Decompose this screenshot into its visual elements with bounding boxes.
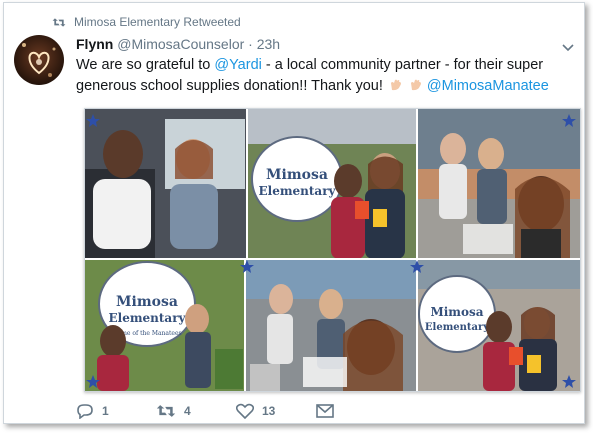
retweet-button[interactable]: 4 — [156, 403, 236, 419]
retweet-icon — [156, 405, 176, 417]
mention-yardi[interactable]: @Yardi — [214, 57, 262, 73]
like-count: 13 — [262, 404, 276, 418]
message-icon — [316, 404, 334, 418]
photo-car[interactable] — [85, 109, 247, 259]
sign-text-line2-b: Elementary — [108, 311, 186, 325]
direct-message-button[interactable] — [316, 404, 334, 418]
photo-collage[interactable]: Mimosa Elementary Mimosa Elementary Home… — [84, 108, 581, 392]
chevron-down-icon — [562, 44, 574, 52]
reply-count: 1 — [102, 404, 109, 418]
author-handle[interactable]: @MimosaCounselor — [117, 36, 244, 52]
separator-dot: · — [248, 36, 253, 52]
tweet-text-part1: We are so grateful to — [76, 57, 215, 73]
tweet-card[interactable]: Mimosa Elementary Retweeted Flynn @Mimos… — [3, 2, 585, 424]
author-name[interactable]: Flynn — [76, 36, 113, 52]
sign-text-line1-c: Mimosa — [430, 305, 483, 319]
action-bar: 1 4 13 — [76, 401, 334, 421]
like-button[interactable]: 13 — [236, 403, 316, 419]
clap-icon — [390, 79, 401, 91]
photo-selfie[interactable] — [417, 109, 580, 259]
retweet-icon — [52, 17, 66, 27]
photo-sign[interactable]: Mimosa Elementary — [247, 109, 417, 259]
sign-text-line1: Mimosa — [266, 167, 328, 183]
mention-mimosamanatee[interactable]: @MimosaManatee — [427, 78, 549, 94]
tweet-header: Flynn @MimosaCounselor · 23h — [76, 36, 280, 52]
tweet-text: We are so grateful to @Yardi - a local c… — [76, 55, 571, 97]
photo-boxes[interactable] — [245, 259, 417, 391]
sign-text-line1-b: Mimosa — [116, 294, 178, 310]
avatar[interactable] — [14, 35, 64, 85]
like-icon — [236, 403, 254, 419]
reply-icon — [77, 404, 93, 419]
photo-sign-woman[interactable]: Mimosa Elementary Home of the Manatees — [85, 259, 245, 391]
retweet-count: 4 — [184, 404, 191, 418]
tweet-time[interactable]: 23h — [257, 36, 280, 52]
photo-sign-selfie[interactable]: Mimosa Elementary — [417, 259, 580, 391]
sign-text-line2: Elementary — [258, 184, 336, 198]
clap-icon — [410, 79, 421, 91]
reply-button[interactable]: 1 — [76, 403, 156, 419]
sign-text-line2-c: Elementary — [425, 322, 490, 333]
retweet-context-text: Mimosa Elementary Retweeted — [74, 15, 241, 29]
retweet-context[interactable]: Mimosa Elementary Retweeted — [52, 13, 241, 31]
